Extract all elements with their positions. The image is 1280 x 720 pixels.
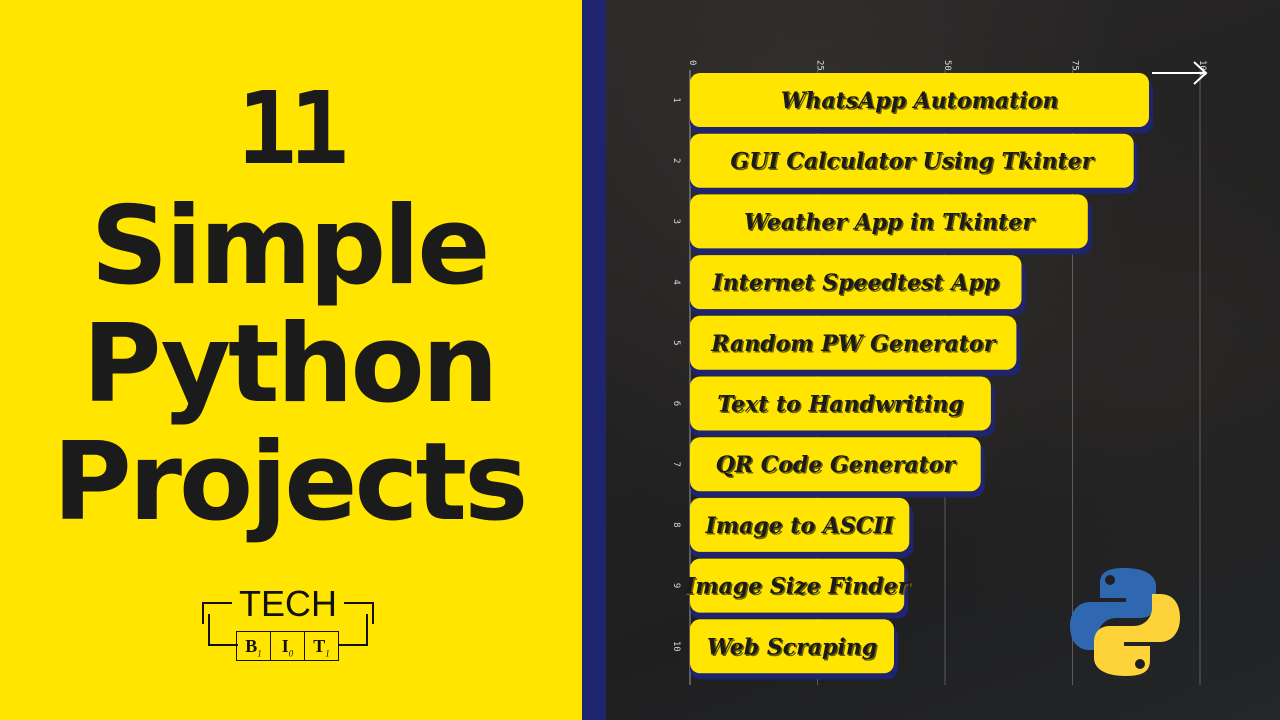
y-tick-labels: 1 2 3 4 5 6 7 8 9 10	[671, 97, 681, 651]
arrow-right-icon	[1152, 61, 1208, 85]
bar-label: Image Size Finder	[684, 574, 911, 600]
bar-label: Image to ASCII	[704, 513, 894, 539]
y-tick-label: 9	[671, 583, 681, 588]
x-tick-label: 25	[815, 60, 825, 71]
bar-label: Weather App in Tkinter	[744, 209, 1035, 235]
bars: WhatsApp AutomationWhatsApp AutomationGU…	[684, 73, 1153, 680]
x-tick-label: 0	[687, 60, 697, 65]
bar-label: Web Scraping	[707, 634, 877, 660]
y-tick-label: 6	[671, 401, 681, 406]
bar-label: Random PW Generator	[710, 331, 996, 357]
x-tick-label: 50	[942, 60, 952, 71]
python-logo-icon	[1070, 568, 1180, 676]
y-tick-label: 7	[671, 461, 681, 466]
y-tick-label: 1	[671, 97, 681, 102]
bar-label: WhatsApp Automation	[781, 88, 1059, 114]
y-tick-label: 5	[671, 340, 681, 345]
y-tick-label: 4	[671, 279, 681, 284]
bar-label: Internet Speedtest App	[711, 270, 999, 296]
projects-bar-chart: 0 25 50 75 100 12345678910 WhatsApp Automati…	[671, 60, 1208, 685]
y-tick-label: 2	[671, 158, 681, 163]
bar-label: GUI Calculator Using Tkinter	[730, 149, 1094, 175]
y-tick-label: 3	[671, 219, 681, 224]
bar-label: QR Code Generator	[716, 452, 957, 478]
y-tick-label: 8	[671, 522, 681, 527]
x-tick-label: 75	[1070, 60, 1080, 71]
bar-label: Text to Handwriting	[717, 392, 963, 418]
y-tick-label: 10	[671, 641, 681, 652]
